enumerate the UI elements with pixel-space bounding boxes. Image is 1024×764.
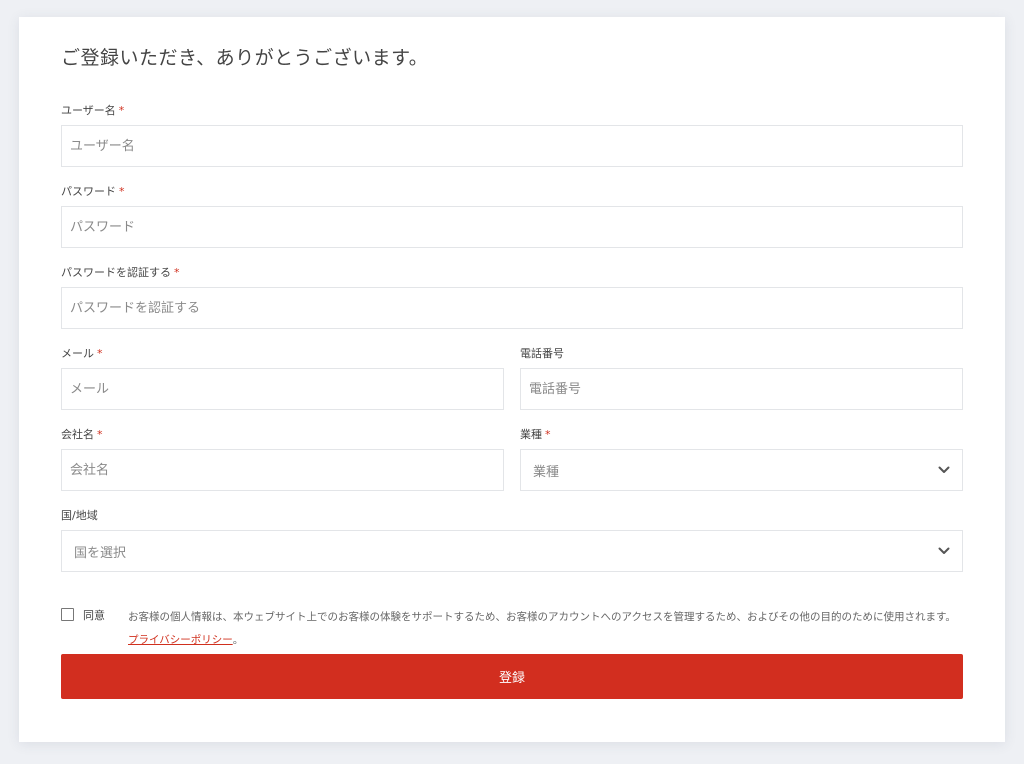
- required-mark: *: [97, 428, 103, 441]
- chevron-down-icon: [938, 547, 950, 554]
- email-input[interactable]: [61, 368, 504, 410]
- password-confirm-field-group: パスワードを認証する *: [61, 266, 963, 329]
- industry-label: 業種 *: [520, 428, 551, 441]
- chevron-down-icon: [938, 466, 950, 473]
- required-mark: *: [118, 104, 125, 117]
- country-label: 国/地域: [61, 509, 98, 522]
- consent-checkbox-label[interactable]: 同意: [83, 607, 105, 623]
- industry-field-group: 業種 * 業種: [520, 428, 963, 491]
- username-field-group: ユーザー名 *: [61, 104, 963, 167]
- register-button[interactable]: 登録: [61, 654, 963, 699]
- page-title: ご登録いただき、ありがとうございます。: [61, 47, 429, 69]
- required-mark: *: [545, 428, 551, 441]
- required-mark: *: [97, 347, 103, 360]
- phone-label: 電話番号: [520, 347, 564, 360]
- password-label: パスワード *: [61, 185, 125, 198]
- required-mark: *: [174, 266, 180, 279]
- country-select[interactable]: 国を選択: [61, 530, 963, 572]
- consent-section: 同意 お客様の個人情報は、本ウェブサイト上でのお客様の体験をサポートするため、お…: [61, 602, 963, 652]
- password-confirm-input[interactable]: [61, 287, 963, 329]
- industry-selected-value: 業種: [533, 464, 560, 480]
- consent-trailing: 。: [232, 634, 244, 646]
- registration-card: ご登録いただき、ありがとうございます。 ユーザー名* パスワード* パスワードを…: [19, 17, 1005, 742]
- consent-text: お客様の個人情報は、本ウェブサイト上でのお客様の体験をサポートするため、お客様の…: [128, 606, 963, 652]
- country-selected-value: 国を選択: [74, 545, 127, 561]
- phone-input[interactable]: [520, 368, 963, 410]
- privacy-policy-link[interactable]: プライバシーポリシー: [128, 634, 233, 646]
- username-input[interactable]: [61, 125, 963, 167]
- required-mark: *: [119, 185, 125, 198]
- consent-description: お客様の個人情報は、本ウェブサイト上でのお客様の体験をサポートするため、お客様の…: [128, 611, 956, 623]
- company-field-group: 会社名 *: [61, 428, 504, 491]
- consent-checkbox[interactable]: [61, 608, 74, 621]
- phone-field-group: 電話番号: [520, 347, 963, 410]
- password-confirm-label: パスワードを認証する *: [61, 266, 180, 279]
- password-input[interactable]: [61, 206, 963, 248]
- email-label: メール *: [61, 347, 103, 360]
- email-field-group: メール *: [61, 347, 504, 410]
- company-input[interactable]: [61, 449, 504, 491]
- company-label: 会社名 *: [61, 428, 103, 441]
- country-field-group: 国/地域 国を選択: [61, 509, 963, 572]
- username-label: ユーザー名 *: [61, 104, 125, 117]
- password-field-group: パスワード *: [61, 185, 963, 248]
- industry-select[interactable]: 業種: [520, 449, 963, 491]
